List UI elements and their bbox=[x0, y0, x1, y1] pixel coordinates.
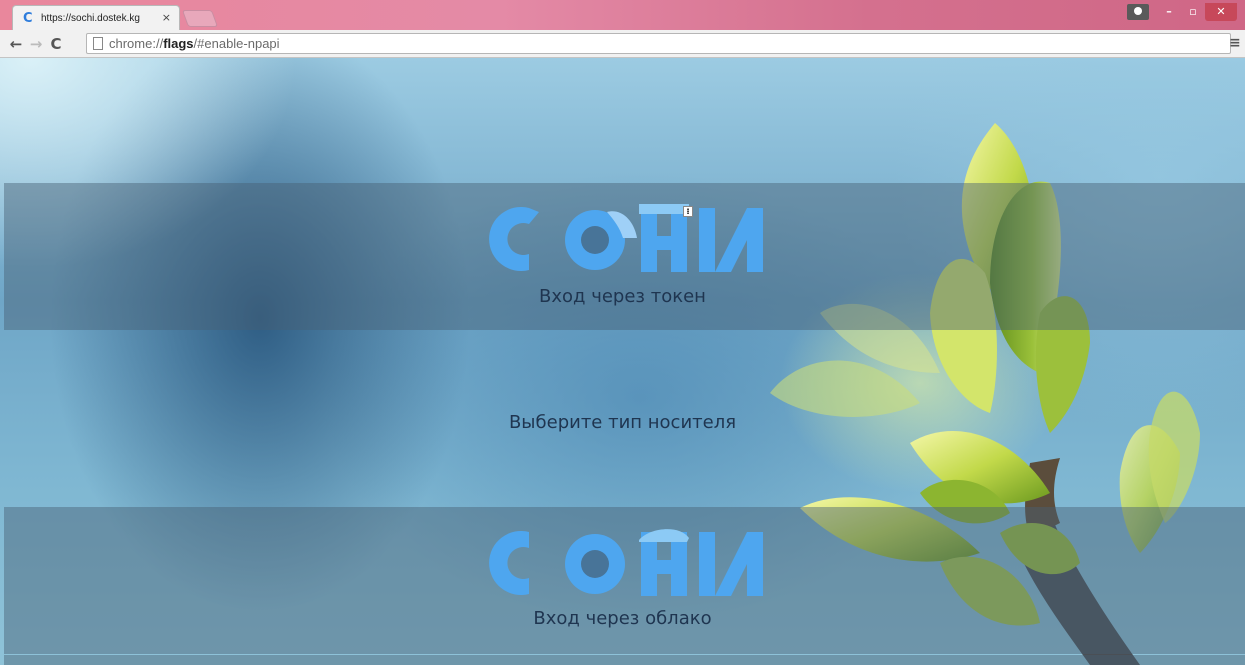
resize-handle-icon[interactable]: ⁝ bbox=[683, 206, 693, 217]
title-bar: C https://sochi.dostek.kg × – ▫ ✕ bbox=[0, 0, 1245, 30]
token-login-label[interactable]: Вход через токен bbox=[0, 286, 1245, 307]
sochi-logo-token[interactable] bbox=[489, 200, 769, 272]
cloud-login-label[interactable]: Вход через облако bbox=[0, 608, 1245, 629]
sochi-logo-cloud[interactable] bbox=[489, 524, 769, 596]
site-favicon-icon: C bbox=[23, 10, 33, 26]
page-icon bbox=[93, 37, 103, 50]
menu-icon[interactable]: ≡ bbox=[1229, 35, 1241, 51]
tab-title: https://sochi.dostek.kg bbox=[41, 12, 140, 24]
page-content: ⁝ Вход через токен Выберите тип носителя… bbox=[0, 58, 1245, 665]
forward-icon[interactable]: → bbox=[26, 35, 46, 53]
user-icon[interactable] bbox=[1127, 4, 1149, 20]
new-tab-button[interactable] bbox=[181, 10, 219, 27]
choose-media-heading: Выберите тип носителя bbox=[508, 412, 737, 433]
tab-close-icon[interactable]: × bbox=[162, 11, 171, 24]
maximize-icon[interactable]: ▫ bbox=[1181, 3, 1205, 21]
back-icon[interactable]: ← bbox=[6, 35, 26, 53]
window-controls: – ▫ ✕ bbox=[1127, 3, 1237, 23]
close-icon[interactable]: ✕ bbox=[1205, 3, 1237, 21]
url-text: chrome://flags/#enable-npapi bbox=[109, 36, 280, 51]
reload-icon[interactable]: C bbox=[46, 35, 66, 53]
browser-tab[interactable]: C https://sochi.dostek.kg × bbox=[12, 5, 180, 30]
minimize-icon[interactable]: – bbox=[1157, 3, 1181, 21]
browser-toolbar: ← → C chrome://flags/#enable-npapi ≡ bbox=[0, 30, 1245, 58]
address-bar[interactable]: chrome://flags/#enable-npapi bbox=[86, 33, 1231, 54]
bottom-panel-edge bbox=[4, 655, 1245, 665]
